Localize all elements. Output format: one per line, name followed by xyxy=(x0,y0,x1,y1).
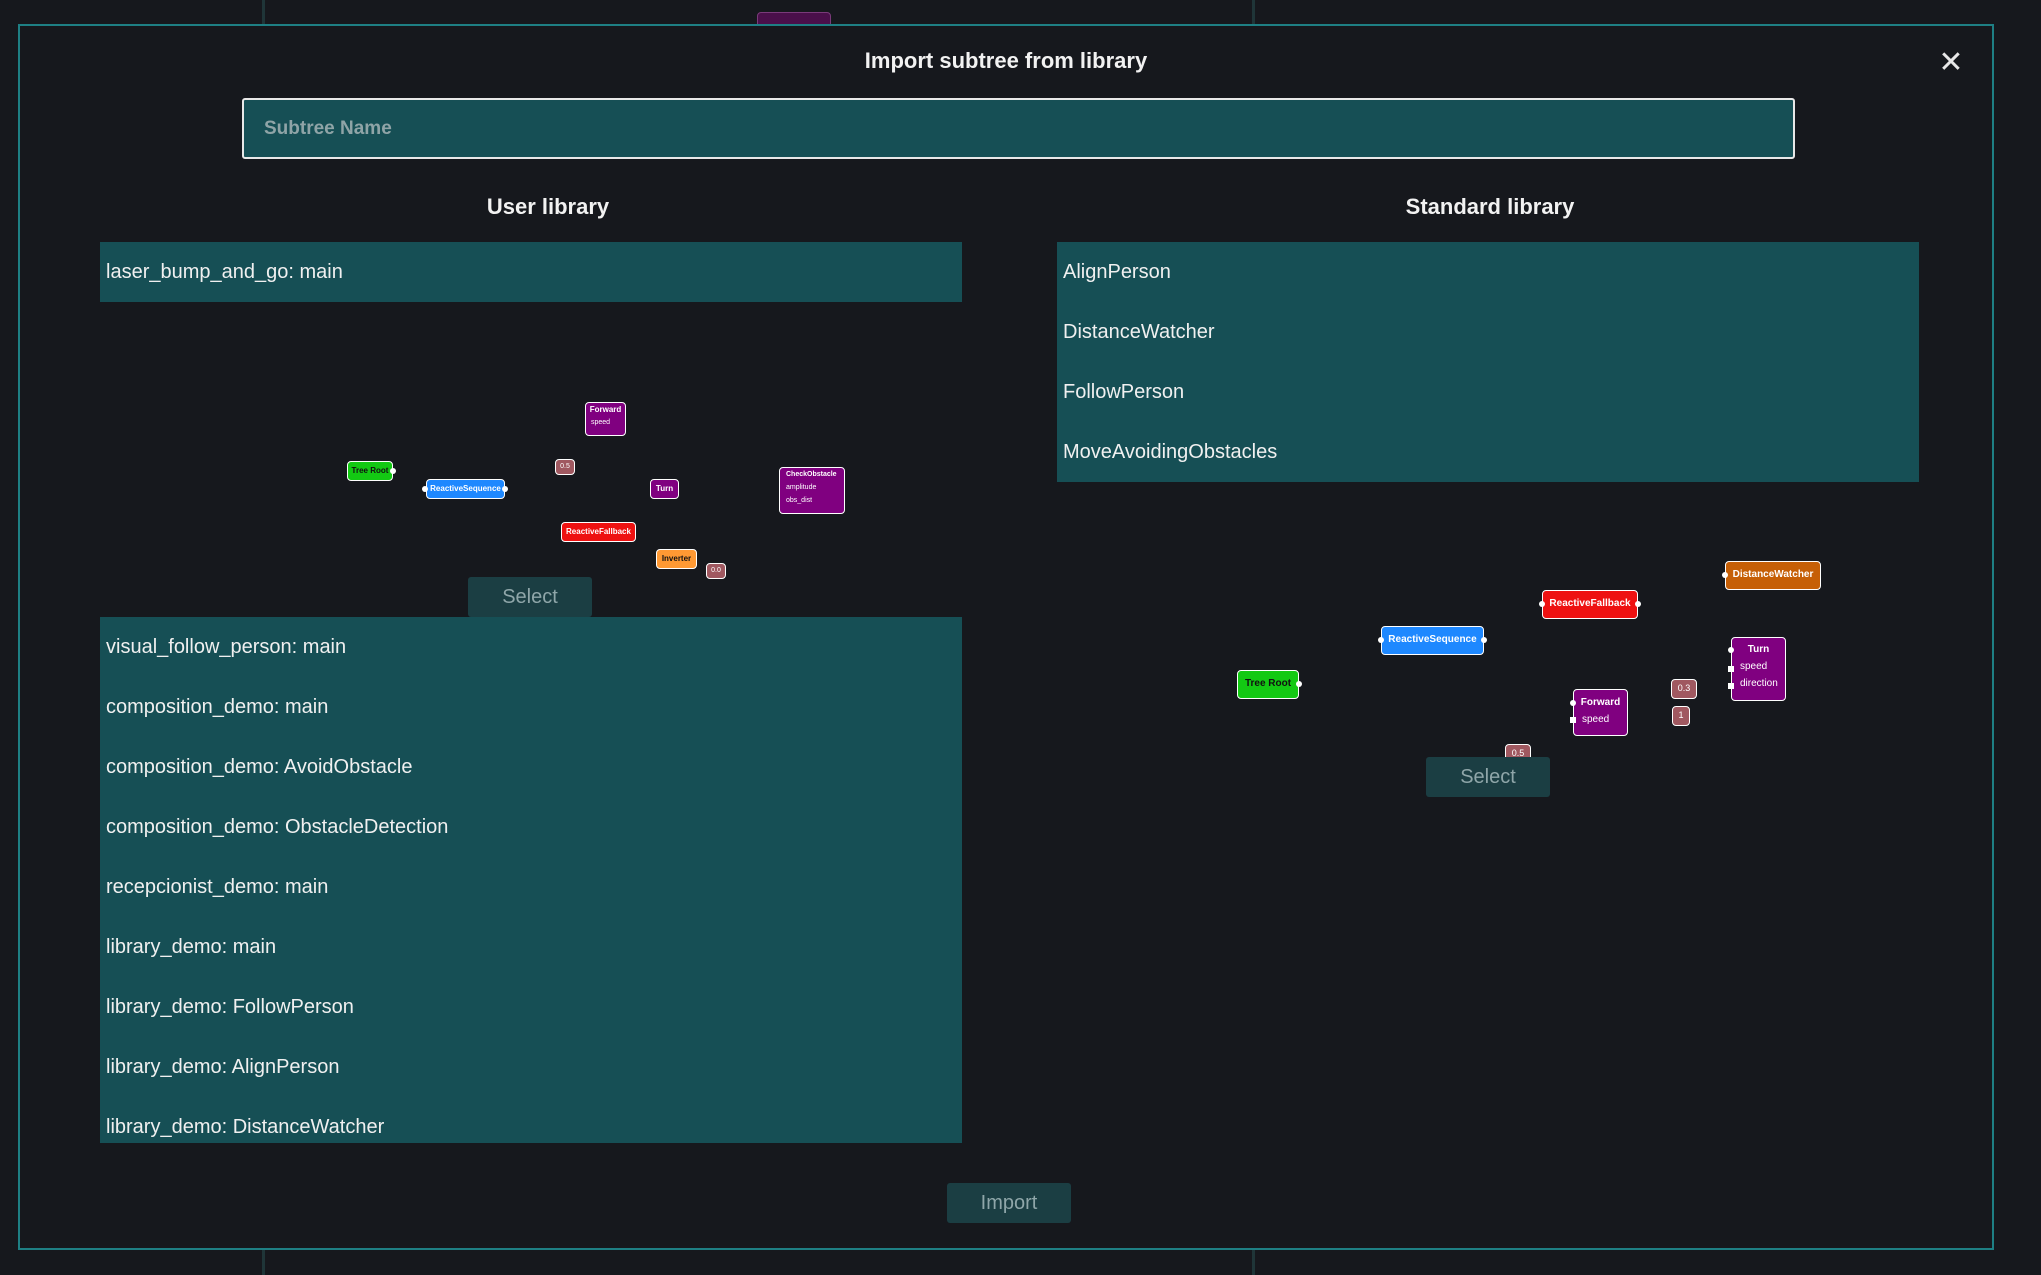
preview-check-obstacle-label: CheckObstacle xyxy=(786,471,837,478)
standard-library-item[interactable]: DistanceWatcher xyxy=(1057,302,1919,362)
standard-library-item[interactable]: MoveAvoidingObstacles xyxy=(1057,422,1919,482)
preview-value-node: 0.0 xyxy=(706,563,726,579)
port-dot xyxy=(1481,637,1487,643)
preview-reactive-fallback: ReactiveFallback xyxy=(1542,590,1638,619)
preview-tree-root: Tree Root xyxy=(1237,670,1299,699)
preview-forward-label: Forward xyxy=(589,405,622,414)
port-dot xyxy=(1539,601,1545,607)
preview-distance-watcher: DistanceWatcher xyxy=(1725,561,1821,590)
port-square xyxy=(1570,717,1576,723)
standard-library-item[interactable]: AlignPerson xyxy=(1057,242,1919,302)
preview-check-obstacle: CheckObstacle amplitude obs_dist xyxy=(779,467,845,514)
dialog-title: Import subtree from library xyxy=(864,48,1148,73)
user-library-item[interactable]: library_demo: FollowPerson xyxy=(100,977,962,1037)
preview-forward-node: Forward speed xyxy=(585,402,626,436)
user-library-item[interactable]: composition_demo: AvoidObstacle xyxy=(100,737,962,797)
preview-turn-port: direction xyxy=(1740,678,1778,689)
port-square xyxy=(1728,683,1734,689)
preview-turn-node: Turn xyxy=(650,479,679,499)
preview-tree-root: Tree Root xyxy=(347,461,393,481)
preview-value-node: 0.3 xyxy=(1671,679,1697,699)
port-dot xyxy=(502,486,508,492)
port-dot xyxy=(1296,681,1302,687)
standard-library-item[interactable]: FollowPerson xyxy=(1057,362,1919,422)
user-library-item[interactable]: composition_demo: ObstacleDetection xyxy=(100,797,962,857)
preview-turn-port: speed xyxy=(1740,661,1768,672)
preview-forward-port: speed xyxy=(591,419,611,426)
port-dot xyxy=(422,486,428,492)
preview-check-port: obs_dist xyxy=(786,497,813,504)
port-dot xyxy=(1635,601,1641,607)
close-icon[interactable]: ✕ xyxy=(1938,48,1964,78)
preview-forward-node: Forward speed xyxy=(1573,689,1628,736)
preview-value-node: 1 xyxy=(1672,706,1690,726)
port-dot xyxy=(1378,637,1384,643)
preview-turn-label: Turn xyxy=(1747,644,1770,655)
preview-reactive-sequence: ReactiveSequence xyxy=(426,479,505,499)
standard-library-title: Standard library xyxy=(1405,194,1575,219)
user-library-preview: Tree Root ReactiveSequence 0.5 Forward s… xyxy=(100,302,962,602)
subtree-name-input[interactable] xyxy=(242,98,1795,159)
preview-inverter: Inverter xyxy=(656,549,697,569)
standard-library-preview: Tree Root ReactiveSequence ReactiveFallb… xyxy=(1057,482,1919,782)
standard-library-list: AlignPerson DistanceWatcher FollowPerson… xyxy=(1057,242,1919,482)
user-library-item[interactable]: library_demo: DistanceWatcher xyxy=(100,1097,962,1143)
preview-value-node: 0.5 xyxy=(555,459,575,475)
user-library-item[interactable]: recepcionist_demo: main xyxy=(100,857,962,917)
user-library-item[interactable]: library_demo: main xyxy=(100,917,962,977)
import-button[interactable]: Import xyxy=(947,1183,1071,1223)
user-library-list: visual_follow_person: main composition_d… xyxy=(100,617,962,1143)
user-library-select-button[interactable]: Select xyxy=(468,577,592,617)
port-square xyxy=(1728,666,1734,672)
port-dot xyxy=(390,468,396,474)
user-library-selected-item[interactable]: laser_bump_and_go: main xyxy=(100,242,962,302)
preview-reactive-sequence: ReactiveSequence xyxy=(1381,626,1484,655)
user-library-title: User library xyxy=(486,194,610,219)
user-library-selected-list: laser_bump_and_go: main xyxy=(100,242,962,302)
port-dot xyxy=(1728,647,1734,653)
user-library-item[interactable]: visual_follow_person: main xyxy=(100,617,962,677)
import-subtree-dialog: Import subtree from library ✕ User libra… xyxy=(18,24,1994,1250)
port-dot xyxy=(1570,700,1576,706)
preview-turn-node: Turn speed direction xyxy=(1731,637,1786,701)
port-dot xyxy=(1722,572,1728,578)
preview-check-port: amplitude xyxy=(786,484,817,491)
preview-reactive-fallback: ReactiveFallback xyxy=(561,522,636,542)
user-library-item[interactable]: composition_demo: main xyxy=(100,677,962,737)
user-library-item[interactable]: library_demo: AlignPerson xyxy=(100,1037,962,1097)
preview-forward-label: Forward xyxy=(1580,697,1621,708)
standard-library-select-button[interactable]: Select xyxy=(1426,757,1550,797)
preview-forward-port: speed xyxy=(1582,714,1610,725)
